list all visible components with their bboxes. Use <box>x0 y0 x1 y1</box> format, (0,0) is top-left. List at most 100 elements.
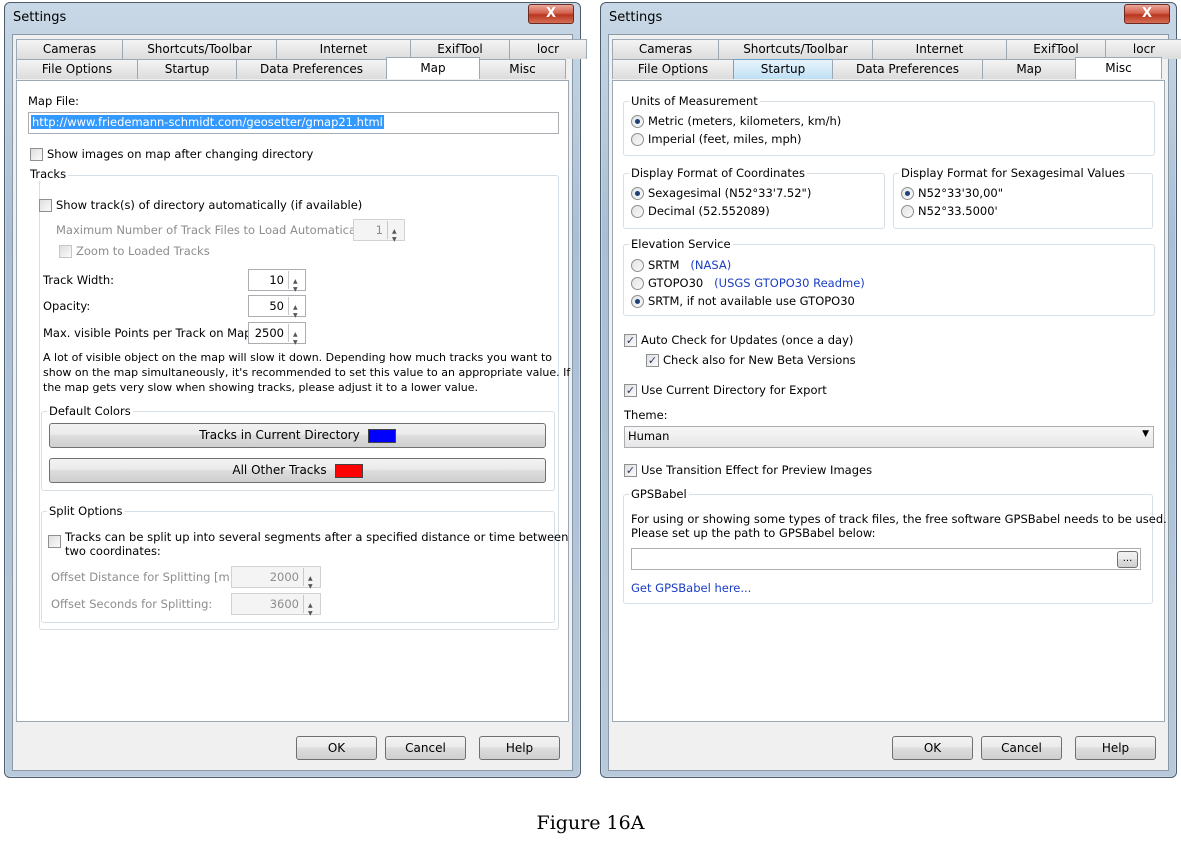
sexagesimal-label: Sexagesimal (N52°33'7.52") <box>648 186 812 200</box>
get-gpsbabel-link[interactable]: Get GPSBabel here... <box>631 581 751 595</box>
metric-radio[interactable] <box>631 115 644 128</box>
show-tracks-label: Show track(s) of directory automatically… <box>56 198 363 212</box>
tab-row-bottom: File Options Startup Data Preferences Ma… <box>612 57 1162 79</box>
tab-cameras[interactable]: Cameras <box>612 39 719 59</box>
beta-versions-checkbox[interactable]: ✓ <box>646 354 659 367</box>
theme-select[interactable]: Human ▼ <box>624 426 1154 448</box>
sexa-format-1-radio[interactable] <box>901 187 914 200</box>
max-points-spinner[interactable]: 2500 <box>248 322 306 353</box>
close-button[interactable]: X <box>528 4 574 24</box>
help-button[interactable]: Help <box>1075 736 1156 760</box>
cancel-button[interactable]: Cancel <box>981 736 1062 760</box>
show-images-label: Show images on map after changing direct… <box>47 147 314 161</box>
map-file-label: Map File: <box>28 94 80 108</box>
srtm-radio[interactable] <box>631 259 644 272</box>
zoom-loaded-checkbox[interactable] <box>59 245 72 258</box>
all-other-tracks-color-button[interactable]: All Other Tracks <box>49 458 546 483</box>
srtm-label: SRTM <box>648 258 680 272</box>
tab-exiftool[interactable]: ExifTool <box>1006 39 1106 59</box>
offset-seconds-value: 3600 <box>269 597 299 611</box>
cancel-button[interactable]: Cancel <box>385 736 466 760</box>
tab-map[interactable]: Map <box>386 57 480 79</box>
map-tab-pane: Map File: http://www.friedemann-schmidt.… <box>16 80 571 722</box>
tab-misc[interactable]: Misc <box>1075 57 1162 79</box>
tab-internet[interactable]: Internet <box>276 39 411 59</box>
ok-button[interactable]: OK <box>892 736 973 760</box>
gpsbabel-path-input[interactable] <box>631 548 1141 570</box>
tab-locr[interactable]: locr <box>1105 39 1181 59</box>
ok-button[interactable]: OK <box>296 736 377 760</box>
max-files-spinner[interactable]: 1 <box>353 219 405 250</box>
auto-check-updates-label: Auto Check for Updates (once a day) <box>641 333 854 347</box>
tab-file-options[interactable]: File Options <box>612 59 734 79</box>
tab-cameras[interactable]: Cameras <box>16 39 123 59</box>
tab-startup[interactable]: Startup <box>137 59 237 79</box>
close-button[interactable]: X <box>1124 4 1170 24</box>
opacity-spinner[interactable]: 50 <box>248 295 306 326</box>
theme-value: Human <box>628 429 670 443</box>
show-images-checkbox[interactable] <box>30 148 43 161</box>
opacity-label: Opacity: <box>43 299 91 313</box>
split-tracks-checkbox[interactable] <box>48 535 61 548</box>
track-width-spinner[interactable]: 10 <box>248 269 306 300</box>
tab-map[interactable]: Map <box>982 59 1076 79</box>
tracks-current-dir-color-button[interactable]: Tracks in Current Directory <box>49 423 546 448</box>
split-line-1: Tracks can be split up into several segm… <box>65 530 569 544</box>
tab-shortcuts-toolbar[interactable]: Shortcuts/Toolbar <box>122 39 277 59</box>
offset-seconds-spinner[interactable]: 3600 <box>231 593 321 624</box>
tab-file-options[interactable]: File Options <box>16 59 138 79</box>
zoom-loaded-label: Zoom to Loaded Tracks <box>76 244 210 258</box>
help-button[interactable]: Help <box>479 736 560 760</box>
tab-row-top: Cameras Shortcuts/Toolbar Internet ExifT… <box>16 39 587 59</box>
opacity-value: 50 <box>269 299 284 313</box>
sexagesimal-format-title: Display Format for Sexagesimal Values <box>899 166 1127 180</box>
map-file-input[interactable]: http://www.friedemann-schmidt.com/geoset… <box>28 112 559 134</box>
tab-data-preferences[interactable]: Data Preferences <box>832 59 983 79</box>
tab-shortcuts-toolbar[interactable]: Shortcuts/Toolbar <box>718 39 873 59</box>
tab-startup[interactable]: Startup <box>733 59 833 79</box>
tab-misc[interactable]: Misc <box>479 59 566 79</box>
srtm-gtopo-label: SRTM, if not available use GTOPO30 <box>648 294 855 308</box>
spinner-arrows-icon[interactable] <box>288 297 304 326</box>
spinner-arrows-icon[interactable] <box>303 595 319 624</box>
max-points-value: 2500 <box>254 326 284 340</box>
imperial-radio[interactable] <box>631 133 644 146</box>
offset-distance-spinner[interactable]: 2000 <box>231 566 321 597</box>
tab-locr[interactable]: locr <box>509 39 587 59</box>
misc-tab-pane: Units of Measurement Metric (meters, kil… <box>612 80 1167 722</box>
offset-distance-label: Offset Distance for Splitting [m]: <box>51 570 239 584</box>
beta-versions-label: Check also for New Beta Versions <box>663 353 856 367</box>
sexa-format-1-label: N52°33'30,00" <box>918 186 1003 200</box>
tab-exiftool[interactable]: ExifTool <box>410 39 510 59</box>
tab-data-preferences[interactable]: Data Preferences <box>236 59 387 79</box>
transition-effect-checkbox[interactable]: ✓ <box>624 464 637 477</box>
tab-row-top: Cameras Shortcuts/Toolbar Internet ExifT… <box>612 39 1181 59</box>
current-dir-export-checkbox[interactable]: ✓ <box>624 384 637 397</box>
spinner-arrows-icon[interactable] <box>387 221 403 250</box>
nasa-link[interactable]: (NASA) <box>690 258 731 272</box>
units-group-title: Units of Measurement <box>629 94 760 108</box>
show-tracks-checkbox[interactable] <box>39 199 52 212</box>
window-client: Cameras Shortcuts/Toolbar Internet ExifT… <box>12 34 587 771</box>
elevation-group-title: Elevation Service <box>629 237 733 251</box>
spinner-arrows-icon[interactable] <box>303 568 319 597</box>
theme-label: Theme: <box>624 408 668 422</box>
units-group: Units of Measurement <box>623 94 1155 156</box>
spinner-arrows-icon[interactable] <box>288 324 304 353</box>
sexagesimal-radio[interactable] <box>631 187 644 200</box>
tracks-current-dir-label: Tracks in Current Directory <box>199 428 360 442</box>
sexa-format-2-radio[interactable] <box>901 205 914 218</box>
gtopo-radio[interactable] <box>631 277 644 290</box>
spinner-arrows-icon[interactable] <box>288 271 304 300</box>
tab-internet[interactable]: Internet <box>872 39 1007 59</box>
gtopo-readme-link[interactable]: (USGS GTOPO30 Readme) <box>714 276 865 290</box>
note-line-2: show on the map simultaneously, it's rec… <box>43 366 571 379</box>
blue-color-swatch <box>367 428 396 443</box>
split-options-title: Split Options <box>47 504 125 518</box>
offset-distance-value: 2000 <box>269 570 299 584</box>
map-file-value: http://www.friedemann-schmidt.com/geoset… <box>31 115 384 129</box>
srtm-gtopo-radio[interactable] <box>631 295 644 308</box>
browse-button[interactable]: ... <box>1117 551 1138 568</box>
auto-check-updates-checkbox[interactable]: ✓ <box>624 334 637 347</box>
decimal-radio[interactable] <box>631 205 644 218</box>
